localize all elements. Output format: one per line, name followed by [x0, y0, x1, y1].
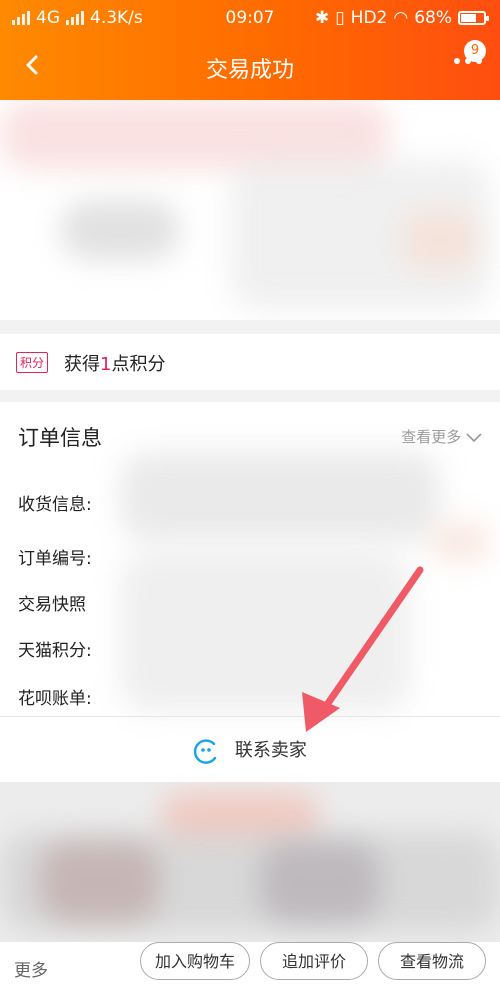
order-row-snapshot[interactable]: 交易快照 [18, 590, 86, 615]
blur-patch [120, 452, 440, 542]
chevron-down-icon [466, 432, 482, 442]
battery-icon [458, 11, 489, 25]
battery-percent: 68% [414, 8, 452, 28]
points-suffix: 点积分 [111, 354, 166, 375]
blur-patch [400, 210, 480, 270]
points-prefix: 获得 [64, 354, 100, 375]
add-to-cart-button[interactable]: 加入购物车 [140, 942, 250, 980]
contact-seller-label: 联系卖家 [234, 740, 307, 761]
header-bar: 4G 4.3K/s 09:07 ✱ ▯ HD2 ◠ 68% 交易成功 9 [0, 0, 500, 100]
status-bar: 4G 4.3K/s 09:07 ✱ ▯ HD2 ◠ 68% [0, 0, 500, 36]
hd-label: HD2 [350, 8, 388, 28]
contact-seller-button[interactable]: 联系卖家 [0, 736, 500, 764]
wifi-icon: ◠ [393, 8, 409, 28]
status-right: ✱ ▯ HD2 ◠ 68% [315, 8, 489, 28]
battery-level [461, 14, 476, 22]
points-card: 积分 获得1点积分 [0, 334, 500, 390]
blur-patch [60, 200, 180, 260]
order-info-card: 订单信息 查看更多 收货信息: 订单编号: 交易快照 天猫积分: 花呗账单: 联… [0, 402, 500, 782]
blur-patch [120, 552, 410, 712]
view-logistics-button[interactable]: 查看物流 [378, 942, 486, 980]
points-number: 1 [100, 354, 112, 375]
divider [0, 716, 500, 717]
bluetooth-icon: ✱ [315, 8, 330, 28]
points-text: 获得1点积分 [64, 350, 165, 376]
order-row-tmall-points: 天猫积分: [18, 641, 92, 661]
order-info-title: 订单信息 [18, 426, 102, 450]
notification-badge: 9 [464, 40, 486, 62]
view-more-link[interactable]: 查看更多 [401, 426, 482, 447]
blur-patch [260, 842, 380, 922]
bottom-action-bar: 更多 加入购物车 追加评价 查看物流 [0, 942, 500, 1000]
page-title: 交易成功 [205, 58, 294, 83]
points-tag: 积分 [16, 352, 49, 373]
blur-patch [40, 842, 160, 922]
vibrate-icon: ▯ [335, 8, 345, 28]
order-row-shipping: 收货信息: [18, 495, 92, 515]
more-actions-link[interactable]: 更多 [14, 956, 48, 981]
chat-face-icon [194, 739, 217, 764]
product-card-blurred [0, 100, 500, 320]
add-review-button[interactable]: 追加评价 [260, 942, 368, 980]
view-more-label: 查看更多 [401, 428, 462, 446]
recommendations-blurred [0, 782, 500, 942]
blur-patch [430, 522, 490, 562]
order-row-order-number: 订单编号: [18, 549, 92, 569]
order-row-huabei: 花呗账单: [18, 689, 92, 709]
